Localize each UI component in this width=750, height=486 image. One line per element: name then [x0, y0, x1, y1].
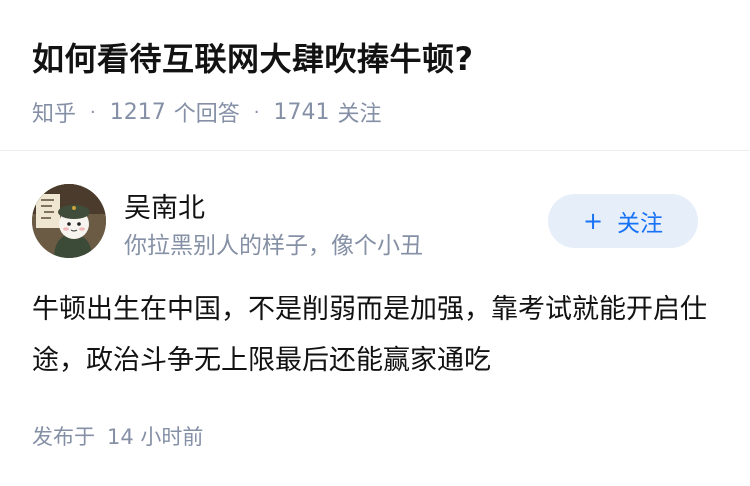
meta-separator: ·: [253, 101, 260, 123]
follower-count: 1741: [273, 99, 330, 125]
question-title[interactable]: 如何看待互联网大肆吹捧牛顿?: [32, 34, 474, 80]
answer-time[interactable]: 发布于 14 小时前: [32, 421, 203, 451]
answer-page: 如何看待互联网大肆吹捧牛顿? 知乎 · 1217 个回答 · 1741 关注 吴…: [0, 0, 750, 486]
author-avatar[interactable]: [32, 184, 106, 258]
time-value: 14 小时前: [107, 425, 204, 449]
answer-content[interactable]: 牛顿出生在中国，不是削弱而是加强，靠考试就能开启仕途，政治斗争无上限最后还能赢家…: [32, 284, 722, 386]
answer-count-label: 个回答: [173, 102, 240, 127]
avatar-image: [32, 184, 106, 258]
plus-icon: +: [582, 207, 604, 235]
time-prefix: 发布于: [32, 425, 95, 449]
author-name[interactable]: 吴南北: [124, 186, 205, 225]
section-divider: [0, 150, 750, 151]
answer-count: 1217: [109, 99, 166, 125]
follower-count-label: 关注: [337, 102, 382, 127]
site-name[interactable]: 知乎: [32, 96, 76, 128]
author-bio: 你拉黑别人的样子，像个小丑: [124, 233, 423, 259]
follow-button[interactable]: + 关注: [548, 194, 698, 248]
meta-separator: ·: [90, 101, 96, 123]
follow-label: 关注: [617, 211, 664, 237]
question-meta: 知乎 · 1217 个回答 · 1741 关注: [32, 96, 382, 128]
